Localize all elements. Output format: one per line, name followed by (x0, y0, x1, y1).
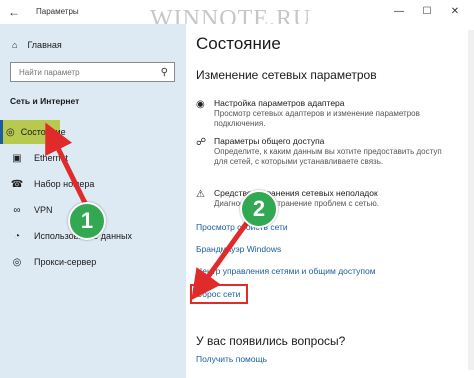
step-2-badge: 2 (240, 190, 278, 228)
step-1-badge: 1 (68, 202, 106, 240)
annotation-arrows (45, 122, 259, 301)
arrow-1 (45, 122, 89, 207)
